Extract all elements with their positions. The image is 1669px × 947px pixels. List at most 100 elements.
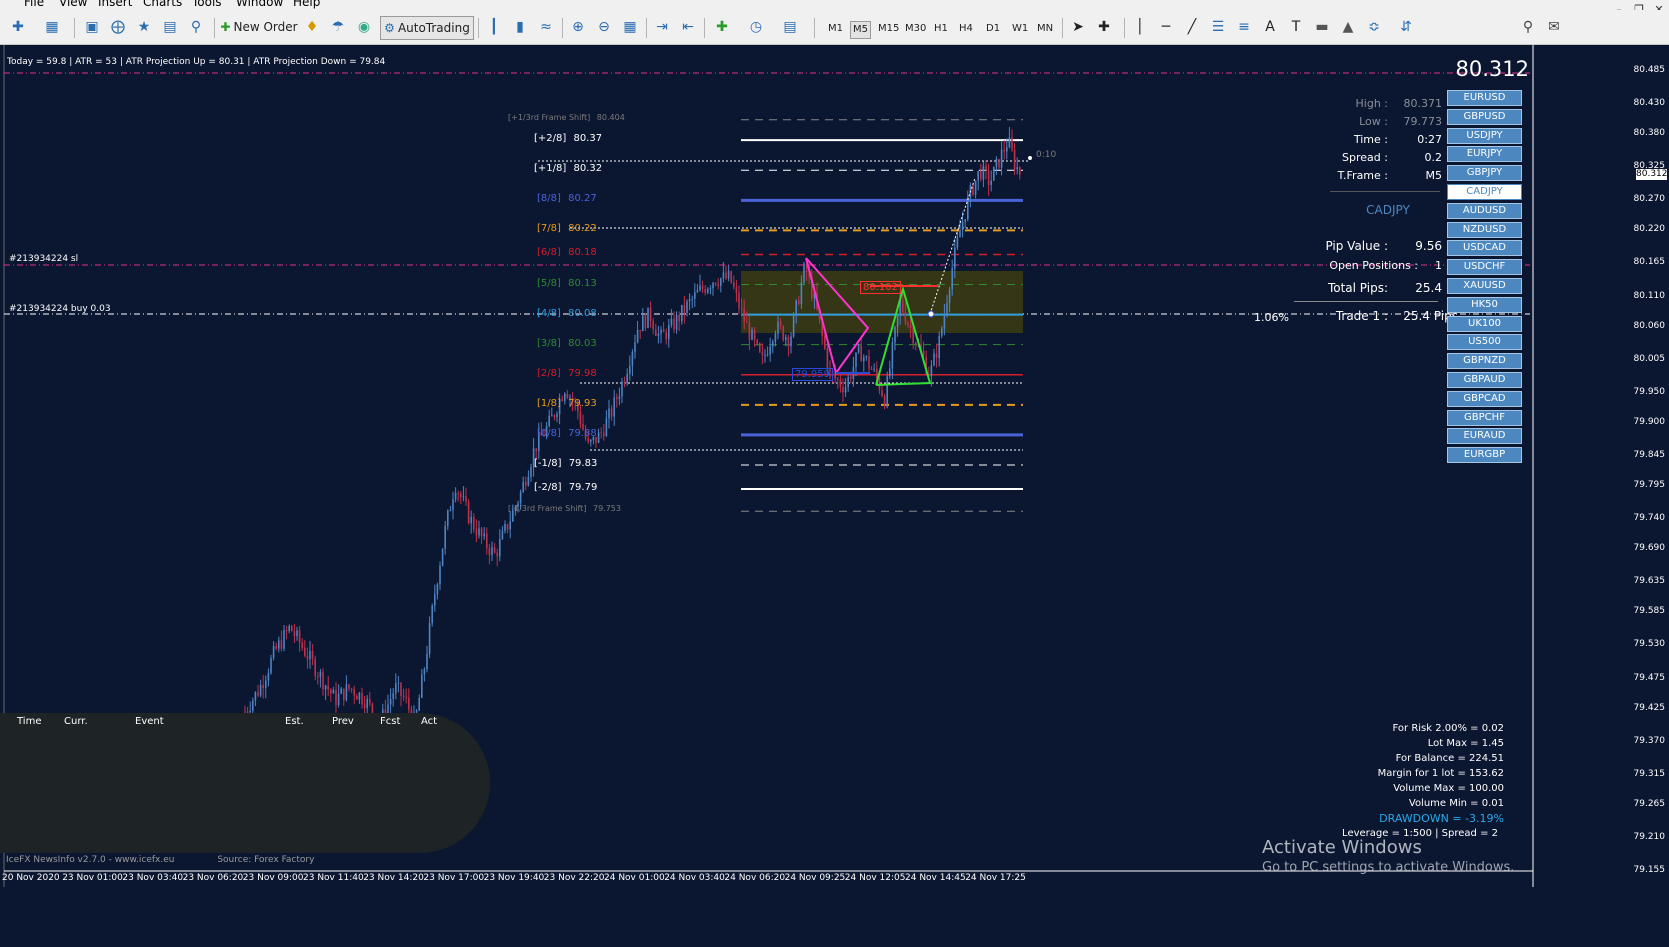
candle-body (522, 481, 524, 492)
candlestick-icon[interactable]: ▮ (510, 17, 530, 37)
candle-body (499, 539, 501, 557)
candle-body (278, 640, 280, 649)
trendline-icon[interactable]: ╱ (1182, 17, 1202, 37)
timeframe-m1[interactable]: M1 (826, 21, 845, 37)
chart-window[interactable]: Today = 59.8 | ATR = 53 | ATR Projection… (0, 45, 1669, 947)
candle-body (608, 408, 610, 419)
channel-icon[interactable]: ☰ (1208, 17, 1228, 37)
murrey-level-name: [6/8] (537, 247, 561, 259)
candle-body (254, 692, 257, 701)
navigator-icon[interactable]: ★ (134, 17, 154, 37)
symbol-button-gbpusd[interactable]: GBPUSD (1447, 108, 1522, 125)
text-label-icon[interactable]: T (1286, 17, 1306, 37)
symbol-button-gbpnzd[interactable]: GBPNZD (1447, 353, 1522, 370)
chat-icon[interactable]: ✉ (1544, 17, 1564, 37)
crosshair-icon[interactable]: ✚ (1094, 17, 1114, 37)
meta-editor-icon[interactable]: ♦ (302, 17, 322, 37)
signals-icon[interactable]: ☂ (328, 17, 348, 37)
symbol-button-usdjpy[interactable]: USDJPY (1447, 127, 1522, 144)
symbol-button-eurgbp[interactable]: EURGBP (1447, 447, 1522, 464)
symbol-button-euraud[interactable]: EURAUD (1447, 428, 1522, 445)
vertical-line-icon[interactable]: │ (1130, 17, 1150, 37)
text-icon[interactable]: A (1260, 17, 1280, 37)
symbol-button-eurusd[interactable]: EURUSD (1447, 90, 1522, 106)
indicators-icon[interactable]: ✚ (712, 17, 732, 37)
tester-icon[interactable]: ⚲ (186, 17, 206, 37)
line-chart-icon[interactable]: ≈ (536, 17, 556, 37)
symbol-button-cadjpy[interactable]: CADJPY (1447, 184, 1522, 200)
search-icon[interactable]: ⚲ (1518, 17, 1538, 37)
timeframe-mn[interactable]: MN (1035, 21, 1055, 37)
candle-body (865, 356, 868, 358)
candle-body (974, 180, 977, 195)
candle-body (701, 285, 704, 290)
tile-windows-icon[interactable]: ▦ (620, 17, 640, 37)
candle-body (634, 342, 636, 352)
new-chart-icon[interactable]: ✚ (8, 17, 28, 37)
profiles-icon[interactable]: ▦ (42, 17, 62, 37)
candle-body (267, 672, 270, 681)
candle-body (252, 700, 254, 711)
zoom-in-icon[interactable]: ⊕ (568, 17, 588, 37)
templates-icon[interactable]: ▤ (780, 17, 800, 37)
symbol-button-gbpaud[interactable]: GBPAUD (1447, 372, 1522, 388)
gann-icon[interactable]: ≎ (1364, 17, 1384, 37)
rectangle-icon[interactable]: ▬ (1312, 17, 1332, 37)
timeframe-m5[interactable]: M5 (850, 21, 871, 39)
menu-view[interactable]: View (59, 0, 87, 8)
triangle-icon[interactable]: ▲ (1338, 17, 1358, 37)
timeframe-m30[interactable]: M30 (903, 21, 928, 37)
timeframe-m15[interactable]: M15 (876, 21, 901, 37)
horizontal-line-icon[interactable]: ─ (1156, 17, 1176, 37)
menu-help[interactable]: Help (293, 0, 320, 8)
autotrading-button[interactable]: ⚙ AutoTrading (380, 16, 474, 40)
price-tick: 80.060 (1633, 320, 1666, 331)
candle-body (488, 548, 491, 556)
arrows-icon[interactable]: ⇵ (1396, 17, 1416, 37)
terminal-icon[interactable]: ▤ (160, 17, 180, 37)
candle-body (720, 278, 722, 286)
new-order-button[interactable]: ✚ New Order (220, 16, 298, 38)
symbol-button-eurjpy[interactable]: EURJPY (1447, 146, 1522, 163)
symbol-button-usdcad[interactable]: USDCAD (1447, 240, 1522, 257)
candle-body (894, 327, 896, 343)
symbol-button-xauusd[interactable]: XAUUSD (1447, 278, 1522, 294)
data-window-icon[interactable]: ⨁ (108, 17, 128, 37)
periods-icon[interactable]: ◷ (746, 17, 766, 37)
timeframe-h1[interactable]: H1 (932, 21, 950, 37)
menu-file[interactable]: File (24, 0, 44, 8)
timeframe-h4[interactable]: H4 (957, 21, 975, 37)
symbol-button-gbpjpy[interactable]: GBPJPY (1447, 165, 1522, 182)
menu-insert[interactable]: Insert (98, 0, 132, 8)
candle-body (886, 376, 888, 407)
candle-body (1008, 137, 1011, 148)
fibonacci-icon[interactable]: ≡ (1234, 17, 1254, 37)
menu-window[interactable]: Window (236, 0, 283, 8)
murrey-label: [+1/3rd Frame Shift] 80.404 (508, 113, 625, 122)
symbol-button-nzdusd[interactable]: NZDUSD (1447, 221, 1522, 238)
symbol-button-uk100[interactable]: UK100 (1447, 315, 1522, 332)
market-watch-icon[interactable]: ▣ (82, 17, 102, 37)
timeframe-w1[interactable]: W1 (1010, 21, 1030, 37)
murrey-level-value: 80.18 (564, 247, 597, 259)
symbol-button-audusd[interactable]: AUDUSD (1447, 202, 1522, 219)
symbol-button-hk50[interactable]: HK50 (1447, 296, 1522, 313)
cursor-icon[interactable]: ➤ (1068, 17, 1088, 37)
murrey-label: [1/8] 79.93 (537, 398, 597, 409)
price-tick: 79.795 (1633, 480, 1666, 491)
symbol-button-gbpchf[interactable]: GBPCHF (1447, 409, 1522, 426)
menu-tools[interactable]: Tools (192, 0, 222, 8)
menu-charts[interactable]: Charts (143, 0, 182, 8)
market-icon[interactable]: ◉ (354, 17, 374, 37)
symbol-button-gbpcad[interactable]: GBPCAD (1447, 390, 1522, 407)
symbol-button-us500[interactable]: US500 (1447, 334, 1522, 351)
timeframe-d1[interactable]: D1 (984, 21, 1002, 37)
zoom-out-icon[interactable]: ⊖ (594, 17, 614, 37)
symbol-button-usdchf[interactable]: USDCHF (1447, 259, 1522, 276)
chart-shift-icon[interactable]: ⇤ (678, 17, 698, 37)
candle-body (597, 432, 600, 443)
candle-body (519, 491, 522, 504)
bar-chart-icon[interactable]: ┃ (484, 17, 504, 37)
autoscroll-icon[interactable]: ⇥ (652, 17, 672, 37)
candle-body (293, 631, 296, 637)
